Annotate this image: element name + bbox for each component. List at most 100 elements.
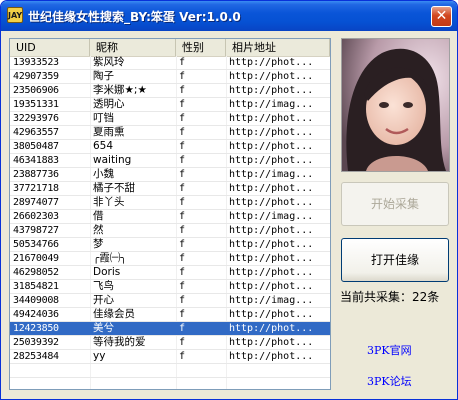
empty-row xyxy=(10,378,330,389)
table-row[interactable]: 23506906 李米娜★;★ f http://phot... xyxy=(10,84,330,98)
cell-nickname: 美兮 xyxy=(93,322,114,334)
collected-count-label: 当前共采集：22条 xyxy=(340,290,440,304)
cell-photo-url: http://phot... xyxy=(229,225,314,236)
cell-nickname: 夏雨熏 xyxy=(93,126,125,138)
cell-photo-url: http://phot... xyxy=(229,127,314,138)
cell-gender: f xyxy=(179,141,186,152)
profile-photo xyxy=(341,38,450,172)
cell-nickname: 李米娜★;★ xyxy=(93,84,147,96)
cell-uid: 34409008 xyxy=(13,295,59,306)
cell-photo-url: http://phot... xyxy=(229,253,314,264)
app-window: JAY 世纪佳缘女性搜索_BY:笨蛋 Ver:1.0.0 ✕ UID 昵称 性别… xyxy=(0,0,458,400)
cell-uid: 12423850 xyxy=(13,323,59,334)
window-title: 世纪佳缘女性搜索_BY:笨蛋 Ver:1.0.0 xyxy=(28,10,241,24)
empty-row xyxy=(10,364,330,378)
cell-photo-url: http://imag... xyxy=(229,169,314,180)
cell-uid: 50534766 xyxy=(13,239,59,250)
cell-gender: f xyxy=(179,281,186,292)
cell-uid: 46298052 xyxy=(13,267,59,278)
table-row[interactable]: 23887736 小魏 f http://imag... xyxy=(10,168,330,182)
close-icon: ✕ xyxy=(435,8,448,24)
cell-gender: f xyxy=(179,267,186,278)
table-row[interactable]: 31854821 飞鸟 f http://phot... xyxy=(10,280,330,294)
cell-gender: f xyxy=(179,169,186,180)
table-row[interactable]: 46341883 waiting f http://phot... xyxy=(10,154,330,168)
cell-photo-url: http://phot... xyxy=(229,57,314,68)
table-row[interactable]: 13933523 紫风玲 f http://phot... xyxy=(10,56,330,70)
table-row[interactable]: 50534766 梦 f http://phot... xyxy=(10,238,330,252)
cell-photo-url: http://phot... xyxy=(229,309,314,320)
cell-gender: f xyxy=(179,99,186,110)
cell-nickname: 借 xyxy=(93,210,104,222)
table-row[interactable]: 28253484 yy f http://phot... xyxy=(10,350,330,364)
cell-nickname: 等待我的爱 xyxy=(93,336,146,348)
result-list[interactable]: UID 昵称 性别 相片地址 13933523 紫风玲 f http://phot..… xyxy=(9,38,331,390)
table-row[interactable]: 19351331 透明心 f http://imag... xyxy=(10,98,330,112)
table-row[interactable]: 32293976 叮铛 f http://phot... xyxy=(10,112,330,126)
cell-photo-url: http://phot... xyxy=(229,141,314,152)
cell-gender: f xyxy=(179,57,186,68)
cell-photo-url: http://phot... xyxy=(229,85,314,96)
table-row[interactable]: 46298052 Doris f http://phot... xyxy=(10,266,330,280)
cell-nickname: 陶子 xyxy=(93,70,114,82)
close-button[interactable]: ✕ xyxy=(431,6,452,27)
table-row[interactable]: 37721718 橘子不甜 f http://phot... xyxy=(10,182,330,196)
table-row[interactable]: 12423850 美兮 f http://phot... xyxy=(10,322,330,336)
cell-photo-url: http://phot... xyxy=(229,197,314,208)
app-icon: JAY xyxy=(7,7,23,23)
cell-uid: 31854821 xyxy=(13,281,59,292)
cell-nickname: 佳缘会员 xyxy=(93,308,135,320)
cell-gender: f xyxy=(179,211,186,222)
cell-nickname: waiting xyxy=(93,154,132,166)
start-collect-button[interactable]: 开始采集 xyxy=(341,182,449,226)
cell-nickname: Doris xyxy=(93,266,121,278)
table-row[interactable]: 21670049 ╭霞㈠╮ f http://phot... xyxy=(10,252,330,266)
cell-gender: f xyxy=(179,239,186,250)
cell-uid: 23506906 xyxy=(13,85,59,96)
cell-uid: 26602303 xyxy=(13,211,59,222)
column-header-gender[interactable]: 性别 xyxy=(176,39,226,56)
cell-nickname: 然 xyxy=(93,224,104,236)
table-row[interactable]: 43798727 然 f http://phot... xyxy=(10,224,330,238)
cell-gender: f xyxy=(179,127,186,138)
cell-uid: 23887736 xyxy=(13,169,59,180)
cell-nickname: 小魏 xyxy=(93,168,114,180)
column-header-photo-url[interactable]: 相片地址 xyxy=(226,39,330,56)
cell-gender: f xyxy=(179,323,186,334)
table-row[interactable]: 25039392 等待我的爱 f http://phot... xyxy=(10,336,330,350)
cell-nickname: yy xyxy=(93,350,106,362)
cell-uid: 42907359 xyxy=(13,71,59,82)
table-row[interactable]: 42963557 夏雨熏 f http://phot... xyxy=(10,126,330,140)
cell-gender: f xyxy=(179,71,186,82)
column-header-nickname[interactable]: 昵称 xyxy=(90,39,176,56)
column-header-uid[interactable]: UID xyxy=(10,39,90,56)
table-row[interactable]: 42907359 陶子 f http://phot... xyxy=(10,70,330,84)
cell-uid: 32293976 xyxy=(13,113,59,124)
cell-uid: 28253484 xyxy=(13,351,59,362)
cell-uid: 13933523 xyxy=(13,57,59,68)
cell-nickname: 非丫头 xyxy=(93,196,125,208)
table-row[interactable]: 38050487 654 f http://phot... xyxy=(10,140,330,154)
cell-photo-url: http://imag... xyxy=(229,99,314,110)
cell-uid: 37721718 xyxy=(13,183,59,194)
cell-gender: f xyxy=(179,155,186,166)
cell-photo-url: http://phot... xyxy=(229,267,314,278)
table-row[interactable]: 26602303 借 f http://imag... xyxy=(10,210,330,224)
official-site-link[interactable]: 3PK官网 xyxy=(367,342,412,358)
open-jiayuan-button[interactable]: 打开佳缘 xyxy=(341,238,449,282)
cell-uid: 43798727 xyxy=(13,225,59,236)
cell-photo-url: http://phot... xyxy=(229,281,314,292)
forum-link[interactable]: 3PK论坛 xyxy=(367,373,412,389)
table-row[interactable]: 49424036 佳缘会员 f http://phot... xyxy=(10,308,330,322)
cell-gender: f xyxy=(179,183,186,194)
cell-photo-url: http://phot... xyxy=(229,155,314,166)
title-bar[interactable]: JAY 世纪佳缘女性搜索_BY:笨蛋 Ver:1.0.0 ✕ xyxy=(1,1,457,31)
cell-gender: f xyxy=(179,197,186,208)
cell-uid: 25039392 xyxy=(13,337,59,348)
cell-uid: 19351331 xyxy=(13,99,59,110)
table-row[interactable]: 34409008 开心 f http://imag... xyxy=(10,294,330,308)
cell-uid: 38050487 xyxy=(13,141,59,152)
cell-photo-url: http://phot... xyxy=(229,337,314,348)
table-row[interactable]: 28974077 非丫头 f http://phot... xyxy=(10,196,330,210)
cell-uid: 49424036 xyxy=(13,309,59,320)
